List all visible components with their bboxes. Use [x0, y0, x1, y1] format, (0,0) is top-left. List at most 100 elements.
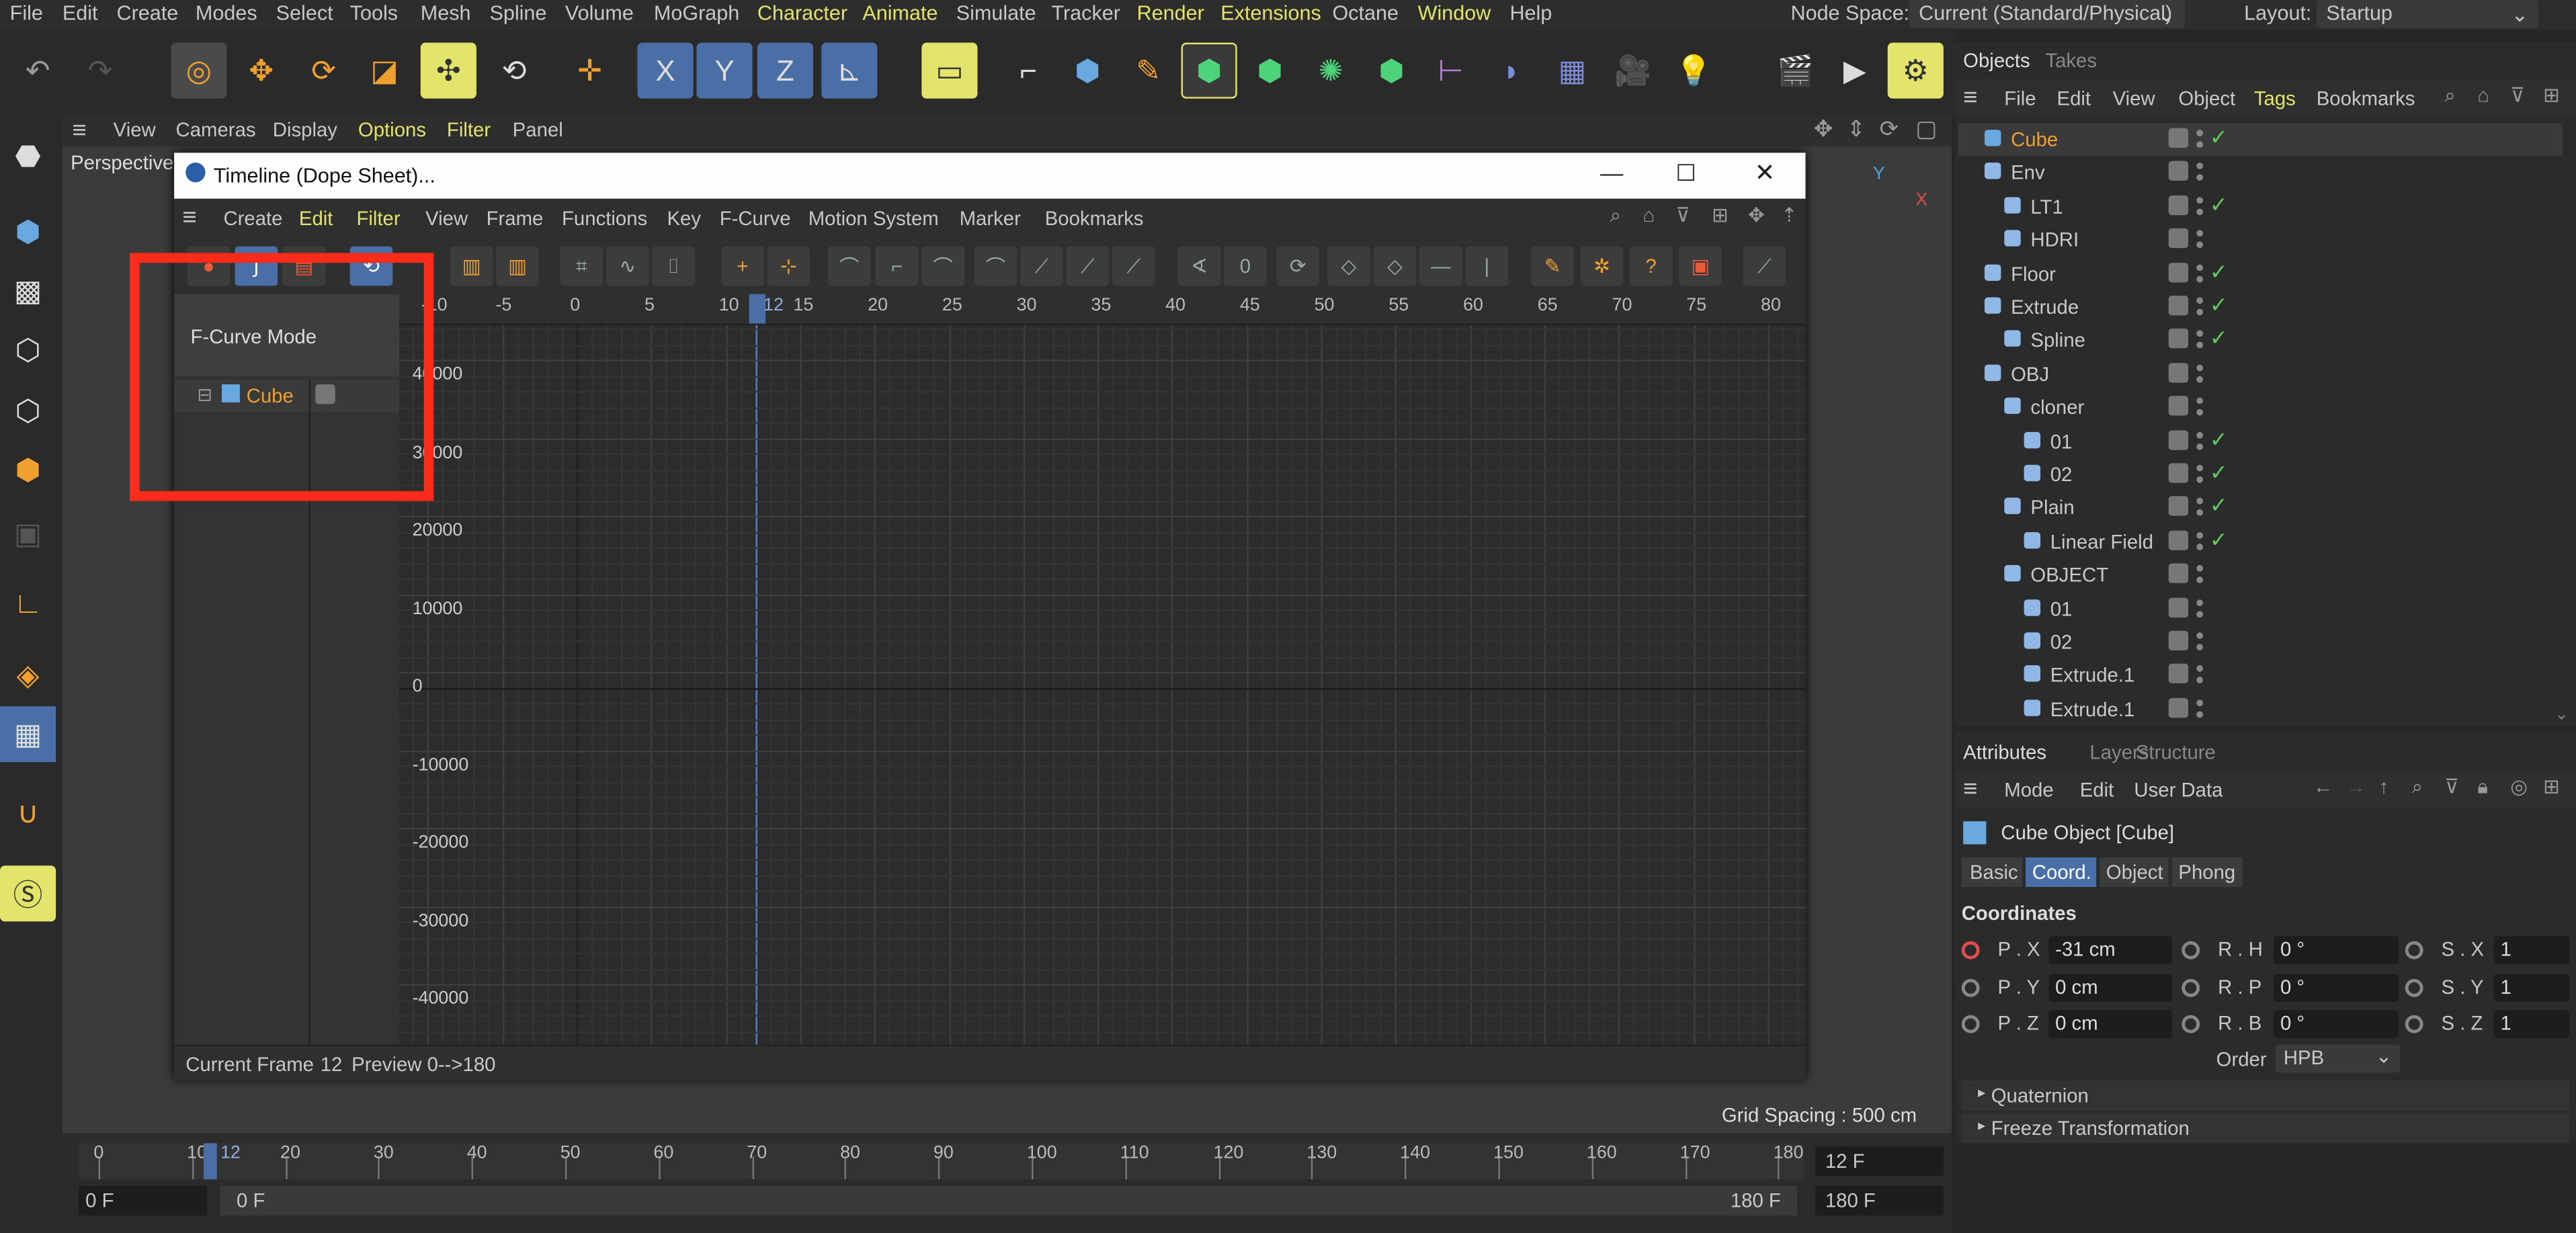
render-visibility-dot[interactable] — [2196, 208, 2204, 215]
key-mode-2-icon[interactable]: ▥ — [496, 246, 539, 286]
home-icon[interactable]: ⌂ — [1643, 204, 1655, 226]
editor-visibility-dot[interactable] — [2196, 331, 2204, 338]
lock-value-icon[interactable]: — — [1419, 246, 1462, 286]
editor-visibility-dot[interactable] — [2196, 398, 2204, 405]
scale-tool-icon[interactable]: ◪ — [356, 43, 412, 99]
object-row[interactable]: Spline ✓ — [1958, 325, 2563, 357]
spline-type-3-icon[interactable]: ⌒ — [921, 246, 964, 286]
render-visibility-dot[interactable] — [2196, 443, 2204, 450]
subtab-phong[interactable]: Phong — [2171, 857, 2243, 888]
cloner-icon[interactable]: ✺ — [1302, 43, 1358, 99]
filter-icon[interactable]: ⊽ — [2510, 84, 2525, 107]
menu-mograph[interactable]: MoGraph — [654, 1, 739, 24]
timeline-menu-view[interactable]: View — [425, 207, 468, 230]
frame-all-icon[interactable]: ⌗ — [560, 246, 604, 286]
tab-takes[interactable]: Takes — [2045, 49, 2097, 72]
editor-visibility-dot[interactable] — [2196, 699, 2204, 706]
points-mode-icon[interactable]: ⬡ — [0, 322, 56, 378]
timeline-menu-bookmarks[interactable]: Bookmarks — [1045, 207, 1144, 230]
attributes-menu-mode[interactable]: Mode — [2004, 779, 2053, 802]
render-visibility-dot[interactable] — [2196, 677, 2204, 684]
edit-icon[interactable] — [2168, 161, 2189, 181]
recent-tool-icon[interactable]: ⟲ — [487, 43, 542, 99]
edit-icon[interactable] — [2168, 396, 2189, 416]
filter-icon[interactable]: ⊽ — [1675, 204, 1690, 226]
hamburger-icon[interactable]: ≡ — [182, 204, 196, 232]
lock-icon[interactable]: 🔒︎ — [2477, 775, 2488, 800]
editor-visibility-dot[interactable] — [2196, 565, 2204, 572]
object-row[interactable]: cloner — [1958, 391, 2563, 424]
spline-type-4-icon[interactable]: ⌒ — [974, 246, 1017, 286]
menu-file[interactable]: File — [10, 1, 43, 24]
add-key-icon[interactable]: + — [721, 246, 764, 286]
editor-visibility-dot[interactable] — [2196, 297, 2204, 304]
object-row[interactable]: 01 ✓ — [1958, 425, 2563, 458]
spline-type-5-icon[interactable]: ⟋ — [1020, 246, 1063, 286]
enabled-check-icon[interactable]: ✓ — [2210, 460, 2228, 486]
coord-input[interactable]: 1 — [2493, 936, 2570, 964]
subtab-coord[interactable]: Coord. — [2026, 857, 2097, 888]
render-region-icon[interactable]: 🎬 — [1768, 43, 1823, 99]
edit-icon[interactable] — [2168, 228, 2189, 249]
edit-icon[interactable] — [2168, 329, 2189, 349]
keyframe-toggle-icon[interactable] — [2182, 1015, 2200, 1033]
move-tool-icon[interactable]: ✥ — [233, 43, 289, 99]
timeline-menu-edit[interactable]: Edit — [299, 207, 333, 230]
target-icon[interactable]: ◎ — [2510, 775, 2528, 798]
edit-icon[interactable] — [2168, 664, 2189, 684]
render-visibility-dot[interactable] — [2196, 275, 2204, 282]
render-visibility-dot[interactable] — [2196, 141, 2204, 148]
hamburger-icon[interactable]: ≡ — [73, 117, 87, 145]
render-visibility-dot[interactable] — [2196, 610, 2204, 618]
hamburger-icon[interactable]: ≡ — [1963, 775, 1977, 804]
spline-type-1-icon[interactable]: ⌒ — [828, 246, 871, 286]
locked-workplane-icon[interactable]: ▦ — [0, 706, 56, 763]
search-icon[interactable]: ⌕ — [2444, 84, 2455, 109]
editor-visibility-dot[interactable] — [2196, 532, 2204, 539]
menu-volume[interactable]: Volume — [565, 1, 634, 24]
current-frame-field[interactable]: 12 F — [1815, 1146, 1944, 1177]
new-panel-icon[interactable]: ⊞ — [1712, 204, 1729, 226]
layout-dropdown[interactable]: Startup ⌄ — [2316, 0, 2538, 28]
polygons-mode-icon[interactable]: ⬢ — [0, 442, 56, 498]
spline-type-2-icon[interactable]: ⌐ — [875, 246, 919, 286]
frame-selected-icon[interactable]: ∿ — [606, 246, 649, 286]
freeze-transformation-section[interactable]: ▸ Freeze Transformation — [1961, 1113, 2570, 1144]
object-row[interactable]: Floor ✓ — [1958, 257, 2563, 290]
light-icon[interactable]: 💡 — [1666, 43, 1722, 99]
add-keys-icon[interactable]: ⊹ — [767, 246, 811, 286]
frame-ruler[interactable]: -10 -5 0 5 10 15 20 25 30 35 40 45 50 55 60 65 70 75 80 12 — [399, 294, 1806, 326]
extrude-icon[interactable]: ⬢ — [1242, 43, 1298, 99]
render-visibility-dot[interactable] — [2196, 710, 2204, 718]
object-row[interactable]: HDRI — [1958, 224, 2563, 257]
render-visibility-dot[interactable] — [2196, 241, 2204, 249]
collapse-panel-icon[interactable]: ⇡ — [1781, 204, 1798, 226]
menu-tracker[interactable]: Tracker — [1051, 1, 1120, 24]
move-view-icon[interactable]: ✥ — [1814, 115, 1833, 143]
edit-icon[interactable] — [2168, 463, 2189, 483]
quaternion-section[interactable]: ▸ Quaternion — [1961, 1080, 2570, 1111]
editor-visibility-dot[interactable] — [2196, 263, 2204, 271]
subtab-basic[interactable]: Basic — [1961, 857, 2023, 888]
loop-icon[interactable]: ⟳ — [1276, 246, 1319, 286]
viewport-menu-options[interactable]: Options — [358, 118, 426, 141]
spline-type-6-icon[interactable]: ⟋ — [1066, 246, 1110, 286]
viewport-menu-display[interactable]: Display — [273, 118, 337, 141]
render-view-icon[interactable]: ▶ — [1827, 43, 1882, 99]
render-visibility-dot[interactable] — [2196, 409, 2204, 416]
keyframe-toggle-icon[interactable] — [2182, 941, 2200, 960]
coord-input[interactable]: 0 cm — [2048, 973, 2172, 1001]
end-frame-field[interactable]: 180 F — [1815, 1185, 1944, 1216]
menu-character[interactable]: Character — [757, 1, 847, 24]
home-icon[interactable]: ⌂ — [2477, 84, 2489, 107]
object-row[interactable]: Cube ✓ — [1958, 123, 2563, 157]
objects-menu-edit[interactable]: Edit — [2057, 87, 2091, 110]
object-row[interactable]: Linear Field ✓ — [1958, 525, 2563, 558]
redo-icon[interactable]: ↷ — [73, 43, 128, 99]
objects-menu-object[interactable]: Object — [2178, 87, 2235, 110]
forward-arrow-icon[interactable]: → — [2346, 775, 2366, 798]
node-space-dropdown[interactable]: Current (Standard/Physical) ⌄ — [1909, 0, 2186, 28]
pen-tool-icon[interactable]: ✎ — [1120, 43, 1176, 99]
deformer-icon[interactable]: ◗ — [1483, 43, 1539, 99]
editor-visibility-dot[interactable] — [2196, 364, 2204, 371]
